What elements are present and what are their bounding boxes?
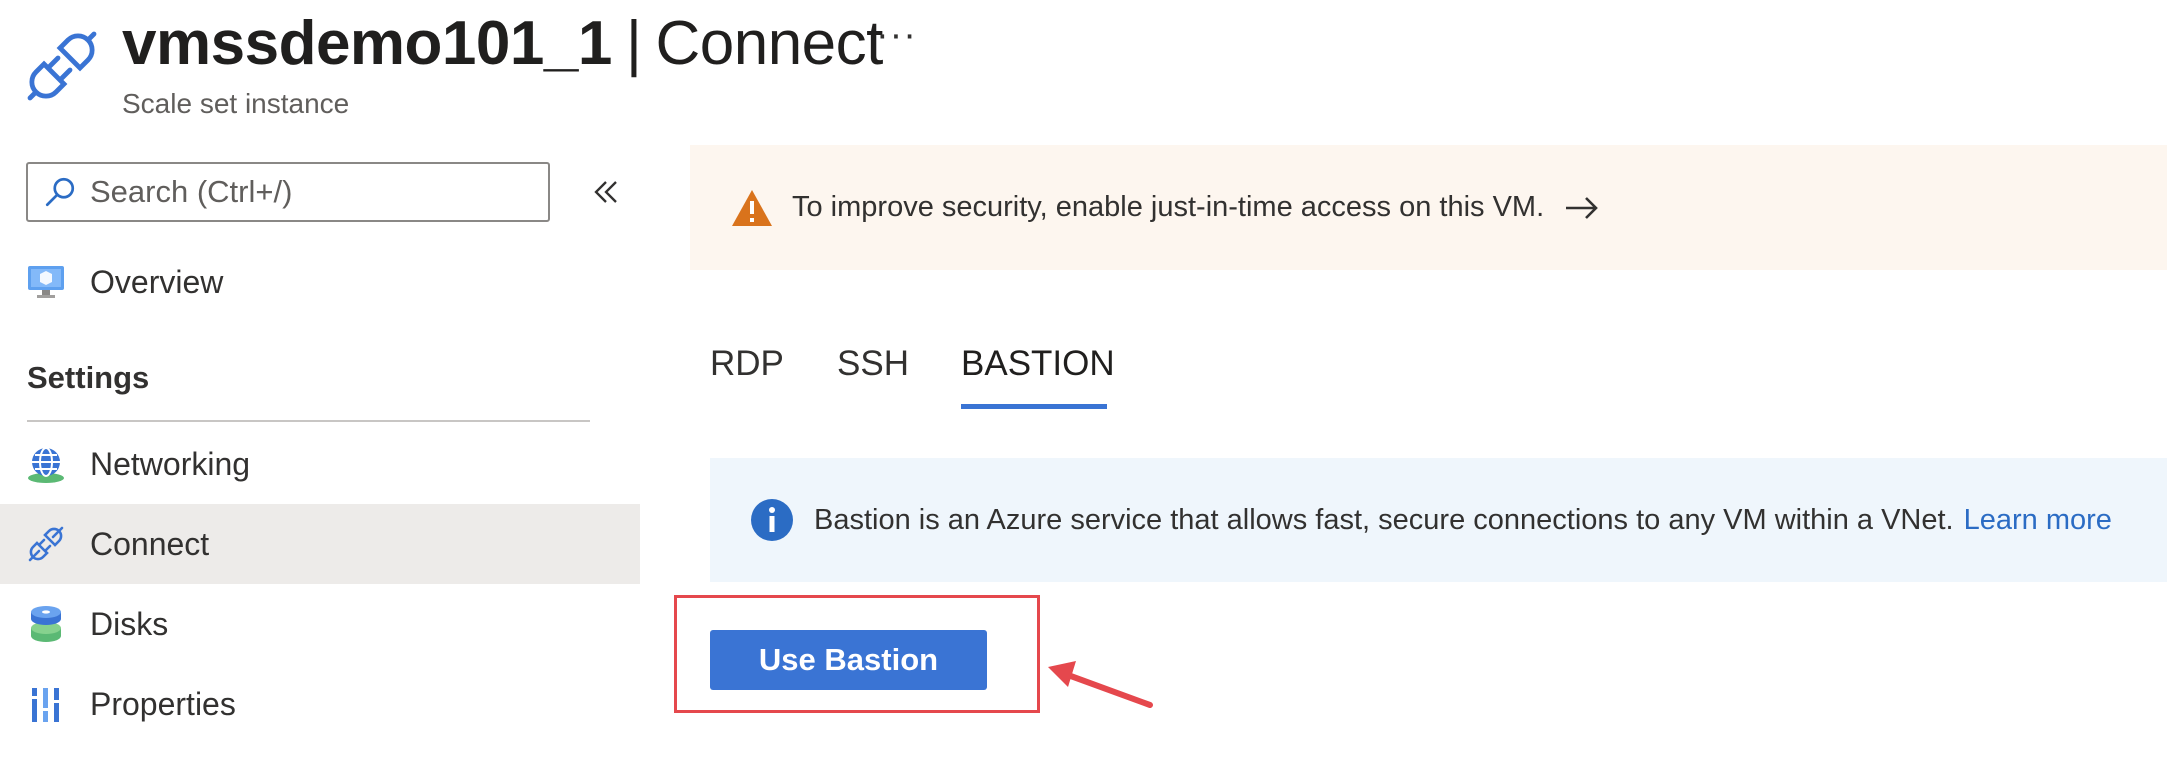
use-bastion-button[interactable]: Use Bastion: [710, 630, 987, 690]
warning-text: To improve security, enable just-in-time…: [792, 191, 1545, 223]
page-title: vmssdemo101_1 | Connect: [122, 8, 883, 80]
sidebar-item-label: Properties: [90, 685, 236, 722]
page-subtitle: Scale set instance: [122, 88, 350, 119]
tab-bastion[interactable]: BASTION: [961, 344, 1115, 398]
tab-rdp[interactable]: RDP: [710, 344, 784, 398]
sidebar-item-networking[interactable]: Networking: [0, 424, 640, 504]
selected-tab-indicator: [961, 404, 1107, 409]
warning-icon: [732, 189, 772, 226]
bastion-info-banner: Bastion is an Azure service that allows …: [710, 458, 2167, 582]
disks-icon: [31, 606, 61, 642]
jit-warning-banner[interactable]: To improve security, enable just-in-time…: [690, 145, 2167, 270]
info-text: Bastion is an Azure service that allows …: [814, 503, 1954, 536]
sidebar-item-connect[interactable]: Connect: [0, 504, 640, 584]
sidebar-item-properties[interactable]: Properties: [0, 664, 640, 744]
plug-icon: [27, 31, 97, 101]
tab-ssh[interactable]: SSH: [837, 344, 909, 398]
plug-icon: [28, 526, 64, 562]
page-name: Connect: [655, 9, 883, 78]
sidebar-search[interactable]: [26, 162, 550, 222]
collapse-sidebar-icon[interactable]: [586, 172, 626, 212]
more-options-button[interactable]: ···: [876, 14, 917, 57]
sidebar-item-disks[interactable]: Disks: [0, 584, 640, 664]
divider: [27, 420, 590, 422]
annotation-arrow-icon: [1048, 661, 1153, 708]
info-icon: [751, 499, 793, 541]
sidebar-item-overview[interactable]: Overview: [0, 242, 640, 322]
globe-network-icon: [28, 447, 64, 483]
sidebar-item-label: Connect: [90, 525, 210, 562]
monitor-icon: [28, 266, 64, 298]
sidebar-item-label: Disks: [90, 605, 169, 642]
section-settings-heading: Settings: [27, 360, 150, 395]
properties-icon: [32, 688, 59, 722]
resource-name: vmssdemo101_1: [122, 9, 612, 78]
arrow-right-icon[interactable]: [1564, 193, 1600, 223]
title-separator: |: [625, 9, 642, 78]
search-input[interactable]: [88, 173, 532, 211]
sidebar-item-label: Networking: [90, 445, 251, 482]
sidebar-item-label: Overview: [90, 263, 224, 300]
search-icon: [45, 177, 75, 207]
learn-more-link[interactable]: Learn more: [1964, 504, 2112, 536]
